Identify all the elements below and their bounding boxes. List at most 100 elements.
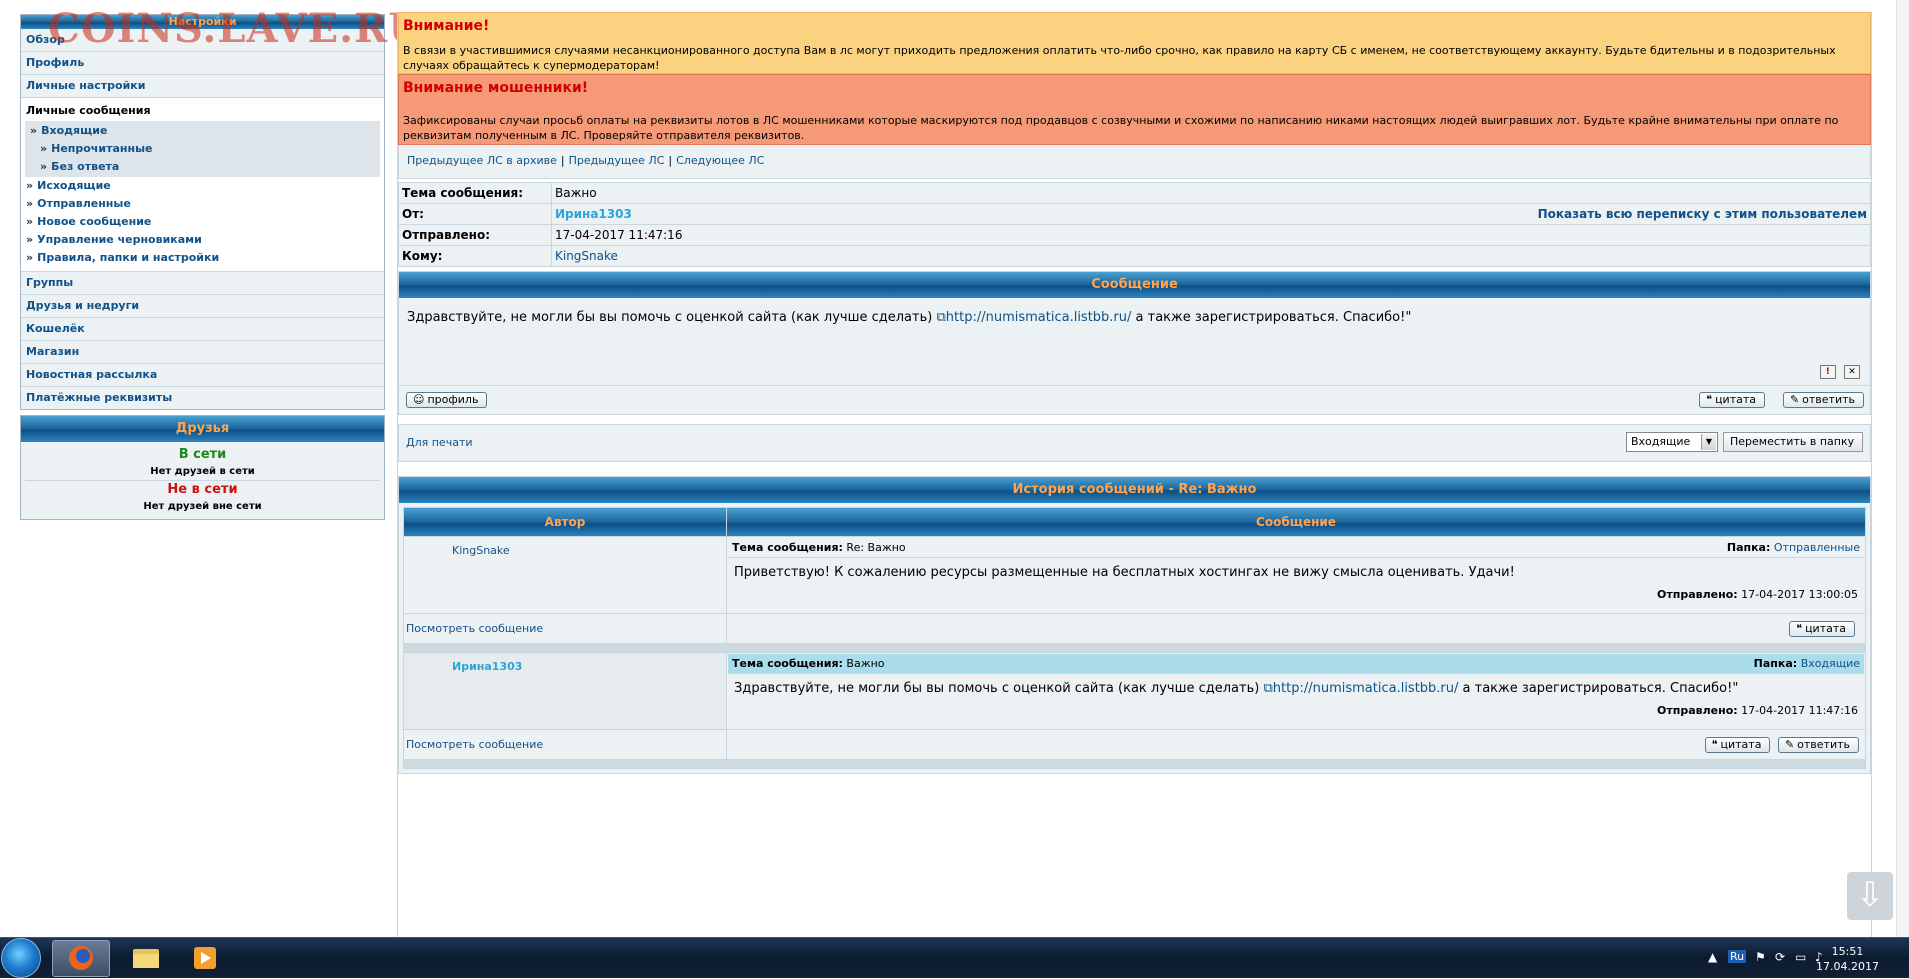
table-row: KingSnake Тема сообщения: Re: Важно Папк…	[403, 536, 1866, 614]
scroll-down-button[interactable]: ⇩	[1847, 872, 1893, 920]
quote-button[interactable]: ❝ цитата	[1704, 736, 1771, 753]
move-to-folder-button[interactable]: Переместить в папку	[1723, 432, 1864, 452]
prev-pm-link[interactable]: Предыдущее ЛС	[569, 154, 665, 167]
view-cell: Посмотреть сообщение	[403, 613, 727, 644]
start-button[interactable]	[1, 938, 41, 978]
reply-button[interactable]: ✎ ответить	[1777, 736, 1859, 753]
message-body: Здравствуйте, не могли бы вы помочь с оц…	[399, 298, 1870, 385]
author-cell: KingSnake	[403, 536, 727, 614]
history-subject-label: Тема сообщения:	[732, 657, 843, 670]
history-folder-link[interactable]: Отправленные	[1774, 541, 1860, 554]
quote-button[interactable]: ❝ цитата	[1699, 392, 1765, 408]
chevron-down-icon: ▼	[1701, 434, 1716, 450]
message-link[interactable]: http://numismatica.listbb.ru/	[946, 310, 1132, 325]
nav-pm-noreply[interactable]: » Без ответа	[25, 158, 380, 176]
clock-date: 17.04.2017	[1816, 960, 1879, 973]
nav-shop[interactable]: Магазин	[21, 341, 384, 364]
taskbar: ▲ Ru ⚑ ⟳ ▭ ♪ 15:51 17.04.2017	[0, 937, 1909, 978]
message-toolbar: ☺ профиль ❝ цитата ✎ ответить	[399, 385, 1870, 414]
nav-pm-compose[interactable]: » Новое сообщение	[21, 213, 384, 231]
nav-newsletter[interactable]: Новостная рассылка	[21, 364, 384, 387]
to-cell: KingSnake	[551, 245, 1871, 267]
history-subject-value: Re: Важно	[846, 541, 906, 554]
table-row: Посмотреть сообщение ❝ цитата ✎ ответить	[403, 729, 1866, 760]
nav-payment-details[interactable]: Платёжные реквизиты	[21, 387, 384, 409]
print-link[interactable]: Для печати	[406, 436, 473, 449]
nav-pm-sent[interactable]: » Отправленные	[21, 195, 384, 213]
speech-bubble-icon: ❝	[1796, 621, 1803, 635]
taskbar-explorer[interactable]	[117, 940, 173, 975]
report-icon[interactable]: !	[1819, 365, 1836, 379]
media-player-icon	[194, 947, 216, 969]
nav-personal-settings[interactable]: Личные настройки	[21, 75, 384, 98]
view-cell: Посмотреть сообщение	[403, 729, 727, 760]
from-username-link[interactable]: Ирина1303	[555, 207, 632, 221]
tray-chevron-icon[interactable]: ▲	[1708, 950, 1717, 964]
nav-pm-drafts[interactable]: » Управление черновиками	[21, 231, 384, 249]
nav-pm-inbox[interactable]: » Входящие	[25, 122, 380, 140]
raquo-icon: »	[30, 124, 38, 137]
history-subject-row: Тема сообщения: Re: Важно Папка: Отправл…	[728, 538, 1864, 558]
page-scrollbar[interactable]	[1896, 0, 1909, 937]
message-block: Сообщение Здравствуйте, не могли бы вы п…	[398, 271, 1871, 415]
friends-online-label: В сети	[178, 447, 227, 462]
language-indicator[interactable]: Ru	[1728, 950, 1747, 963]
warning-text: Зафиксированы случаи просьб оплаты на ре…	[403, 114, 1839, 142]
history-header: История сообщений - Re: Важно	[399, 477, 1870, 503]
nav-pm-options[interactable]: » Правила, папки и настройки	[21, 249, 384, 267]
row-divider	[403, 643, 1866, 653]
nav-pm-outbox[interactable]: » Исходящие	[21, 177, 384, 195]
to-username-link[interactable]: KingSnake	[555, 249, 618, 263]
folder-select[interactable]: Входящие ▼	[1626, 432, 1718, 452]
col-author-header: Автор	[403, 507, 727, 537]
history-message-link[interactable]: http://numismatica.listbb.ru/	[1273, 681, 1459, 696]
warning-title: Внимание мошенники!	[403, 80, 589, 96]
nav-groups[interactable]: Группы	[21, 272, 384, 295]
nav-pm-group: Личные сообщения » Входящие » Непрочитанны…	[21, 98, 384, 272]
network-icon[interactable]: ▭	[1795, 950, 1806, 964]
nav-pm-unread-label: Непрочитанные	[51, 142, 153, 155]
reply-icon: ✎	[1789, 393, 1800, 406]
warning-banner-fraud: Внимание мошенники! Зафиксированы случаи…	[398, 74, 1871, 145]
history-sent: Отправлено: 17-04-2017 11:47:16	[728, 704, 1864, 721]
next-pm-link[interactable]: Следующее ЛС	[676, 154, 764, 167]
nav-overview[interactable]: Обзор	[21, 29, 384, 52]
nav-wallet[interactable]: Кошелёк	[21, 318, 384, 341]
table-row: Ирина1303 Тема сообщения: Важно Папка: В…	[403, 652, 1866, 730]
view-message-link[interactable]: Посмотреть сообщение	[406, 622, 543, 635]
clock[interactable]: 15:51 17.04.2017	[1816, 944, 1879, 974]
author-link[interactable]: KingSnake	[452, 544, 510, 557]
view-message-link[interactable]: Посмотреть сообщение	[406, 738, 543, 751]
col-message-header: Сообщение	[726, 507, 1866, 537]
nav-profile[interactable]: Профиль	[21, 52, 384, 75]
subject-label: Тема сообщения:	[398, 182, 552, 204]
history-folder-link[interactable]: Входящие	[1801, 657, 1860, 670]
raquo-icon: »	[26, 215, 34, 228]
delete-icon[interactable]: ✕	[1844, 365, 1860, 379]
left-column: Настройки Обзор Профиль Личные настройки…	[20, 14, 385, 520]
prev-archive-link[interactable]: Предыдущее ЛС в архиве	[407, 154, 557, 167]
quote-button[interactable]: ❝ цитата	[1789, 620, 1855, 637]
flag-icon[interactable]: ⚑	[1755, 950, 1766, 964]
reply-button[interactable]: ✎ ответить	[1782, 392, 1864, 408]
reply-button-label: ответить	[1802, 393, 1855, 406]
quote-button-label: цитата	[1720, 737, 1762, 751]
sent-value: 17-04-2017 11:47:16	[551, 224, 1871, 246]
ucp-nav-panel: Настройки Обзор Профиль Личные настройки…	[20, 14, 385, 410]
author-link[interactable]: Ирина1303	[452, 660, 522, 673]
main-column: Внимание! В связи в участившимися случая…	[397, 12, 1872, 937]
raquo-icon: »	[40, 160, 48, 173]
taskbar-media-player[interactable]	[178, 940, 234, 975]
history-table: Автор Сообщение KingSnake Тема сообщения…	[403, 507, 1866, 769]
nav-pm-unread[interactable]: » Непрочитанные	[25, 140, 380, 158]
profile-button[interactable]: ☺ профиль	[406, 392, 488, 408]
author-cell: Ирина1303	[403, 652, 727, 730]
pm-header-table: Тема сообщения: Важно От: Ирина1303 Пока…	[398, 182, 1871, 267]
show-conversation-link[interactable]: Показать всю переписку с этим пользовате…	[1538, 207, 1867, 221]
taskbar-firefox[interactable]	[52, 940, 110, 977]
nav-pm-inbox-label: Входящие	[41, 124, 108, 137]
nav-friends-foes[interactable]: Друзья и недруги	[21, 295, 384, 318]
warning-text: В связи в участившимися случаями несанкц…	[403, 44, 1836, 72]
history-sent-label: Отправлено:	[1657, 704, 1738, 717]
update-icon[interactable]: ⟳	[1775, 950, 1785, 964]
